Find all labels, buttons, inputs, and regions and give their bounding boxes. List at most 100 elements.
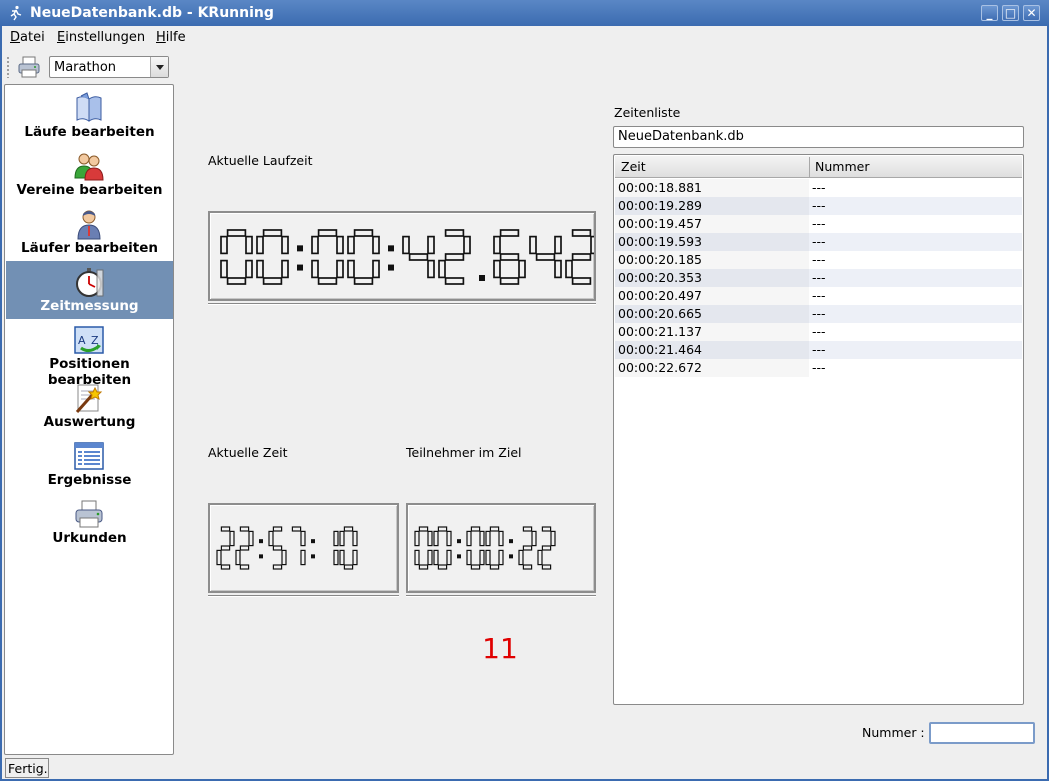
maximize-button[interactable]: □: [1002, 5, 1019, 21]
table-row[interactable]: 00:00:19.457 ---: [615, 215, 1022, 233]
cell-nummer: ---: [812, 198, 826, 213]
lcd-segment: [518, 259, 526, 279]
lcd-segment: [272, 526, 283, 532]
minimize-button[interactable]: _: [981, 5, 998, 21]
lcd-segment: [531, 530, 537, 547]
lcd-segment: [571, 277, 592, 285]
sidebar-item-laeufer[interactable]: Läufer bearbeiten: [6, 203, 173, 261]
table-row[interactable]: 00:00:20.185 ---: [615, 251, 1022, 269]
table-row[interactable]: 00:00:20.497 ---: [615, 287, 1022, 305]
column-header-zeit[interactable]: Zeit: [621, 159, 646, 174]
lcd-segment: [485, 549, 491, 566]
lcd-segment: [433, 549, 439, 566]
lcd-segment: [317, 229, 338, 237]
lcd-segment: [438, 259, 446, 279]
divider: [208, 595, 399, 597]
times-table[interactable]: Zeit Nummer 00:00:18.881 --- 00:00:19.289 -…: [613, 154, 1024, 705]
lcd-segment: [427, 259, 435, 279]
lcd-segment: [554, 235, 562, 255]
lcd-separator: [311, 554, 315, 559]
divider: [208, 303, 596, 305]
lcd-segment: [347, 235, 355, 255]
table-row[interactable]: 00:00:18.881 ---: [615, 179, 1022, 197]
lcd-segment: [518, 549, 524, 566]
nummer-input[interactable]: [929, 722, 1035, 744]
lcd-segment: [372, 259, 380, 279]
column-header-nummer[interactable]: Nummer: [815, 159, 869, 174]
sidebar-item-urkunden[interactable]: Urkunden: [6, 493, 173, 551]
lcd-segment: [489, 564, 500, 570]
laufzeit-label: Aktuelle Laufzeit: [208, 153, 313, 168]
lcd-segment: [333, 530, 339, 547]
lcd-segment: [485, 530, 491, 547]
lcd-segment: [220, 545, 231, 551]
ziel-lcd: [414, 526, 556, 570]
sidebar-item-ergebnisse[interactable]: Ergebnisse: [6, 435, 173, 493]
table-row[interactable]: 00:00:22.672 ---: [615, 359, 1022, 377]
lcd-segment: [499, 277, 520, 285]
lcd-segment: [216, 549, 222, 566]
database-field[interactable]: NeueDatenbank.db: [613, 126, 1024, 148]
status-text: Fertig.: [5, 758, 49, 778]
sidebar-item-positionen[interactable]: A Z Positionen bearbeiten: [6, 319, 173, 388]
sidebar-item-laeufe[interactable]: Läufe bearbeiten: [6, 87, 173, 145]
menu-hilfe[interactable]: Hilfe: [156, 30, 186, 45]
menu-einstellungen[interactable]: Einstellungen: [57, 30, 145, 45]
lcd-segment: [554, 259, 562, 279]
zeitenliste-label: Zeitenliste: [614, 105, 681, 120]
table-row[interactable]: 00:00:21.464 ---: [615, 341, 1022, 359]
sidebar-item-auswertung[interactable]: Auswertung: [6, 377, 173, 435]
cell-zeit: 00:00:19.457: [618, 216, 702, 231]
cell-nummer: ---: [812, 180, 826, 195]
lcd-segment: [427, 549, 433, 566]
lcd-segment: [433, 530, 439, 547]
lcd-segment: [262, 229, 283, 237]
lcd-segment: [529, 235, 537, 255]
lcd-segment: [541, 545, 552, 551]
lcd-segment: [535, 253, 556, 261]
menu-datei[interactable]: Datei: [10, 30, 45, 45]
table-header: Zeit Nummer: [615, 156, 1022, 178]
cell-nummer: ---: [812, 288, 826, 303]
sidebar-item-label: Zeitmessung: [40, 298, 139, 314]
chevron-down-icon[interactable]: [150, 57, 168, 77]
lcd-segment: [437, 564, 448, 570]
lcd-segment: [220, 526, 231, 532]
lcd-segment: [493, 259, 501, 279]
table-row[interactable]: 00:00:19.289 ---: [615, 197, 1022, 215]
laufzeit-lcd: [220, 229, 594, 285]
lcd-segment: [479, 549, 485, 566]
close-button[interactable]: ✕: [1023, 5, 1040, 21]
lcd-separator: [457, 554, 461, 559]
printer-icon: [18, 56, 40, 78]
run-select-value: Marathon: [54, 60, 117, 75]
sidebar-item-vereine[interactable]: Vereine bearbeiten: [6, 145, 173, 203]
lcd-segment: [352, 549, 358, 566]
lcd-segment: [571, 253, 592, 261]
lcd-segment: [437, 526, 448, 532]
table-row[interactable]: 00:00:19.593 ---: [615, 233, 1022, 251]
lcd-segment: [418, 526, 429, 532]
table-row[interactable]: 00:00:20.353 ---: [615, 269, 1022, 287]
lcd-segment: [311, 259, 319, 279]
lcd-segment: [571, 229, 592, 237]
printer-icon: [75, 500, 103, 528]
table-row[interactable]: 00:00:21.137 ---: [615, 323, 1022, 341]
lcd-segment: [414, 549, 420, 566]
sidebar-item-zeitmessung[interactable]: Zeitmessung: [6, 261, 173, 319]
lcd-segment: [541, 526, 552, 532]
cell-zeit: 00:00:19.289: [618, 198, 702, 213]
lcd-segment: [499, 229, 520, 237]
toolbar-grip[interactable]: [6, 56, 10, 78]
table-row[interactable]: 00:00:20.665 ---: [615, 305, 1022, 323]
lcd-segment: [235, 549, 241, 566]
column-separator[interactable]: [809, 157, 810, 177]
lcd-segment: [317, 277, 338, 285]
window-titlebar: NeueDatenbank.db - KRunning _ □ ✕: [0, 0, 1049, 26]
print-button[interactable]: [16, 55, 42, 79]
cell-nummer: ---: [812, 216, 826, 231]
lcd-segment: [470, 564, 481, 570]
lcd-segment: [256, 235, 264, 255]
run-select[interactable]: Marathon: [49, 56, 169, 78]
lcd-segment: [239, 526, 250, 532]
